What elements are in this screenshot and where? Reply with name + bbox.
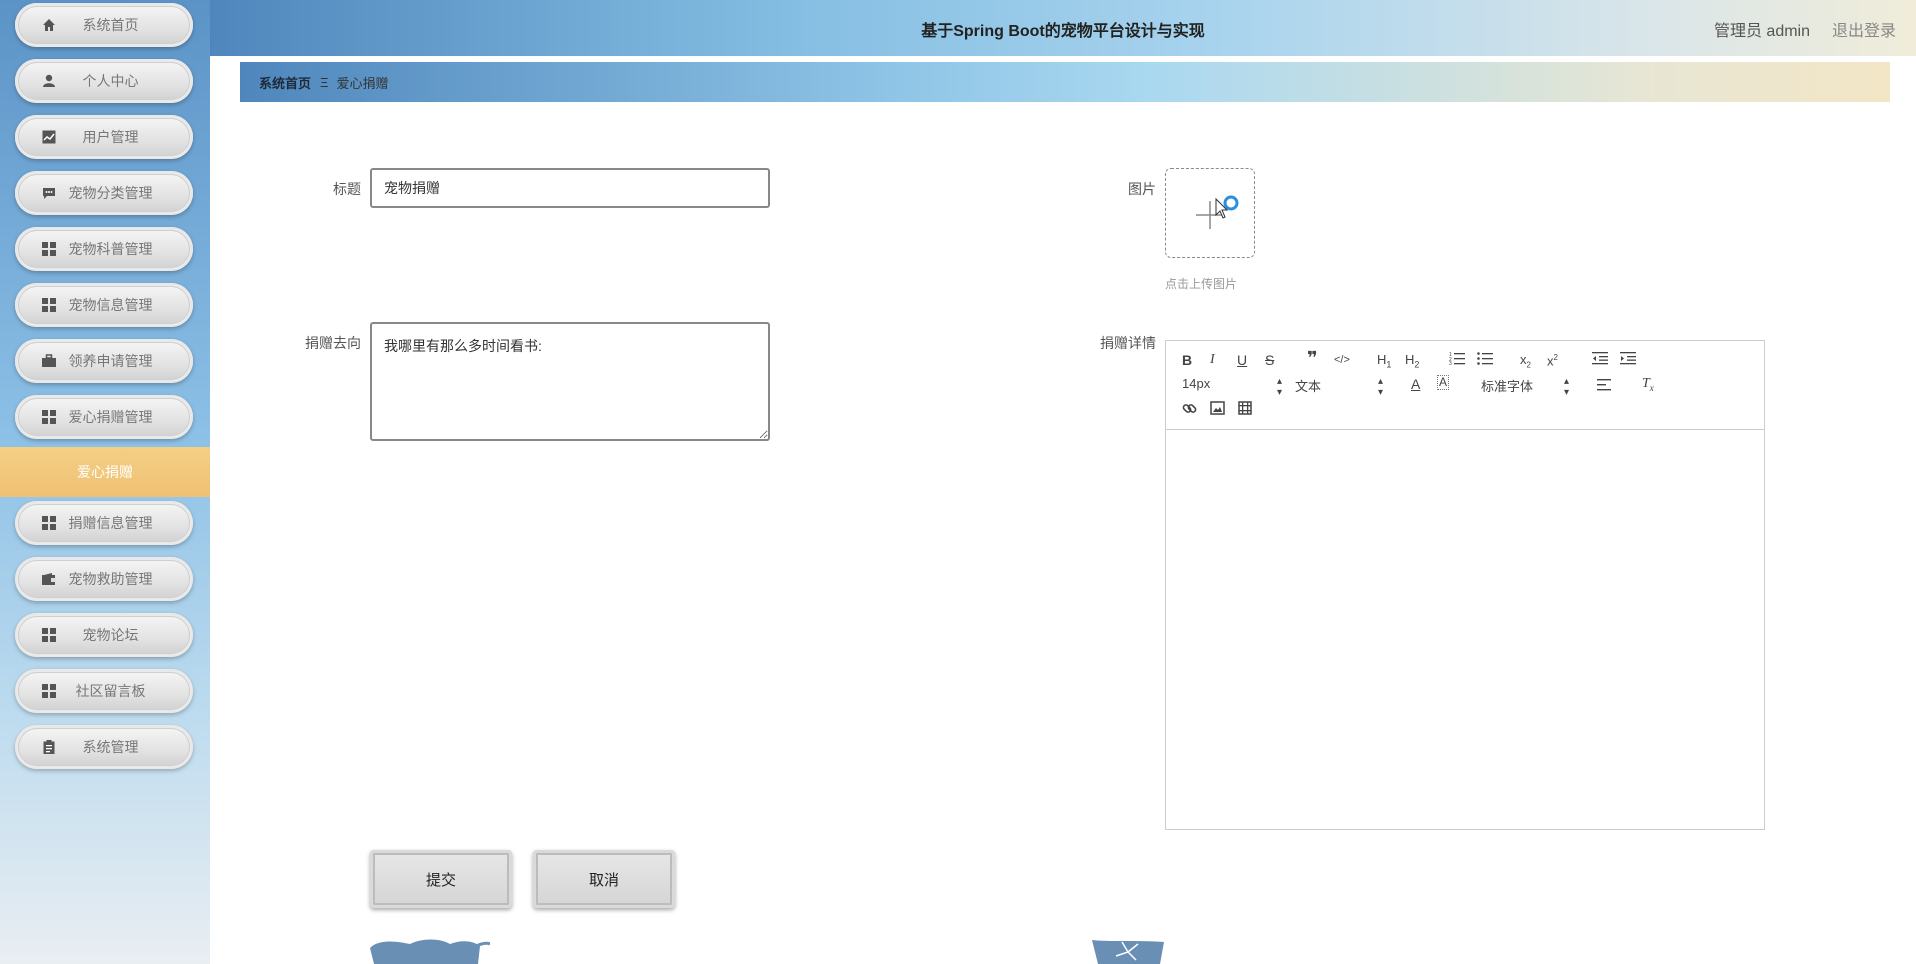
clear-format-icon[interactable]: Tx [1642,375,1654,397]
sidebar-item-message-board[interactable]: 社区留言板 [15,669,193,713]
submit-button[interactable]: 提交 [370,850,512,908]
sidebar-item-label: 系统管理 [82,739,139,755]
font-family-value: 标准字体 [1481,379,1534,394]
sidebar-item-label: 宠物分类管理 [68,185,153,201]
sidebar-item-donation-info[interactable]: 捐赠信息管理 [15,501,193,545]
destination-label: 捐赠去向 [305,335,361,351]
clipboard-icon [40,738,58,756]
sidebar-item-adoption[interactable]: 领养申请管理 [15,339,193,383]
indent-icon[interactable] [1620,351,1636,369]
detail-label: 捐赠详情 [1100,335,1156,351]
grid-icon [40,626,58,644]
sidebar-item-label: 个人中心 [82,73,139,89]
sidebar-item-pet-science[interactable]: 宠物科普管理 [15,227,193,271]
top-header: 基于Spring Boot的宠物平台设计与实现 管理员 admin 退出登录 [210,0,1916,56]
strike-icon[interactable]: S [1265,351,1274,369]
sidebar-item-label: 爱心捐赠 [77,464,133,480]
select-arrow-icon: ▴ ▾ [1276,376,1282,398]
sidebar-item-pet-info[interactable]: 宠物信息管理 [15,283,193,327]
sidebar-item-label: 宠物论坛 [82,627,139,643]
svg-text:3: 3 [1449,361,1452,365]
sidebar: 系统首页 个人中心 用户管理 宠物分类管理 宠物科普管理 宠物信息管理 领养申请… [0,0,210,964]
breadcrumb-separator: Ξ [320,74,329,90]
sidebar-item-label: 宠物信息管理 [68,297,153,313]
select-arrow-icon: ▴ ▾ [1563,376,1569,398]
sidebar-item-label: 用户管理 [82,129,139,145]
wallet-icon [40,570,58,588]
sidebar-item-donation-mgmt[interactable]: 爱心捐赠管理 [15,395,193,439]
image-icon[interactable] [1210,401,1225,419]
title-input[interactable] [370,168,770,208]
decorative-leaf-icon [370,939,490,964]
sidebar-item-forum[interactable]: 宠物论坛 [15,613,193,657]
sidebar-item-pet-category[interactable]: 宠物分类管理 [15,171,193,215]
sidebar-item-label: 捐赠信息管理 [68,515,153,531]
decorative-flower-icon [1092,940,1164,964]
chart-icon [40,128,58,146]
grid-icon [40,682,58,700]
text-type-value: 文本 [1295,379,1322,394]
cancel-button[interactable]: 取消 [533,850,675,908]
sidebar-item-system[interactable]: 系统管理 [15,725,193,769]
subscript-icon[interactable]: x2 [1520,351,1531,375]
grid-icon [40,514,58,532]
rich-text-editor: B I U S ❞ </> H1 H2 123 x2 x2 14px ▴ ▾ 文本 ▴… [1165,340,1765,830]
quote-icon[interactable]: ❞ [1307,349,1318,367]
user-icon [40,72,58,90]
sidebar-item-label: 宠物科普管理 [68,241,153,257]
font-family-select[interactable]: 标准字体 ▴ ▾ [1481,376,1569,398]
h1-icon[interactable]: H1 [1377,351,1391,374]
destination-textarea[interactable]: 我哪里有那么多时间看书: [370,322,770,441]
grid-icon [40,240,58,258]
editor-content-area[interactable] [1166,430,1764,830]
breadcrumb: 系统首页 Ξ 爱心捐赠 [240,62,1890,102]
home-icon [40,16,58,34]
breadcrumb-home[interactable]: 系统首页 [259,73,311,92]
sidebar-item-users[interactable]: 用户管理 [15,115,193,159]
title-label: 标题 [333,181,361,197]
outdent-icon[interactable] [1592,351,1608,369]
grid-icon [40,408,58,426]
ordered-list-icon[interactable]: 123 [1449,351,1465,369]
select-arrow-icon: ▴ ▾ [1377,376,1383,398]
link-icon[interactable] [1182,401,1197,420]
sidebar-item-pet-rescue[interactable]: 宠物救助管理 [15,557,193,601]
font-color-icon[interactable]: A [1411,375,1420,393]
current-user: 管理员 admin [1713,23,1810,40]
logout-link[interactable]: 退出登录 [1832,17,1896,41]
sidebar-item-label: 领养申请管理 [68,353,153,369]
sidebar-item-label: 宠物救助管理 [68,571,153,587]
text-type-select[interactable]: 文本 ▴ ▾ [1295,376,1383,398]
image-upload[interactable] [1165,168,1255,258]
sidebar-item-home[interactable]: 系统首页 [15,3,193,47]
font-size-select[interactable]: 14px ▴ ▾ [1182,376,1282,398]
video-icon[interactable] [1238,401,1252,419]
h2-icon[interactable]: H2 [1405,351,1419,374]
upload-hint: 点击上传图片 [1165,277,1238,291]
sidebar-item-label: 爱心捐赠管理 [68,409,153,425]
comment-icon [40,184,58,202]
font-size-value: 14px [1182,376,1211,391]
image-label: 图片 [1128,181,1156,197]
underline-icon[interactable]: U [1237,351,1247,369]
app-title: 基于Spring Boot的宠物平台设计与实现 [921,23,1205,40]
italic-icon[interactable]: I [1210,351,1215,369]
background-color-icon[interactable]: A [1437,375,1450,390]
sidebar-item-label: 系统首页 [82,17,139,33]
sidebar-item-profile[interactable]: 个人中心 [15,59,193,103]
superscript-icon[interactable]: x2 [1547,349,1558,370]
briefcase-icon [40,352,58,370]
cursor-icon [1215,195,1239,219]
bullet-list-icon[interactable] [1477,351,1493,369]
grid-icon [40,296,58,314]
breadcrumb-current: 爱心捐赠 [336,75,389,91]
code-icon[interactable]: </> [1334,351,1350,369]
align-icon[interactable] [1597,377,1611,395]
sidebar-item-label: 社区留言板 [75,683,146,699]
sidebar-item-donation-active[interactable]: 爱心捐赠 [0,447,210,497]
editor-toolbar: B I U S ❞ </> H1 H2 123 x2 x2 14px ▴ ▾ 文本 ▴… [1166,341,1764,430]
bold-icon[interactable]: B [1182,351,1192,369]
